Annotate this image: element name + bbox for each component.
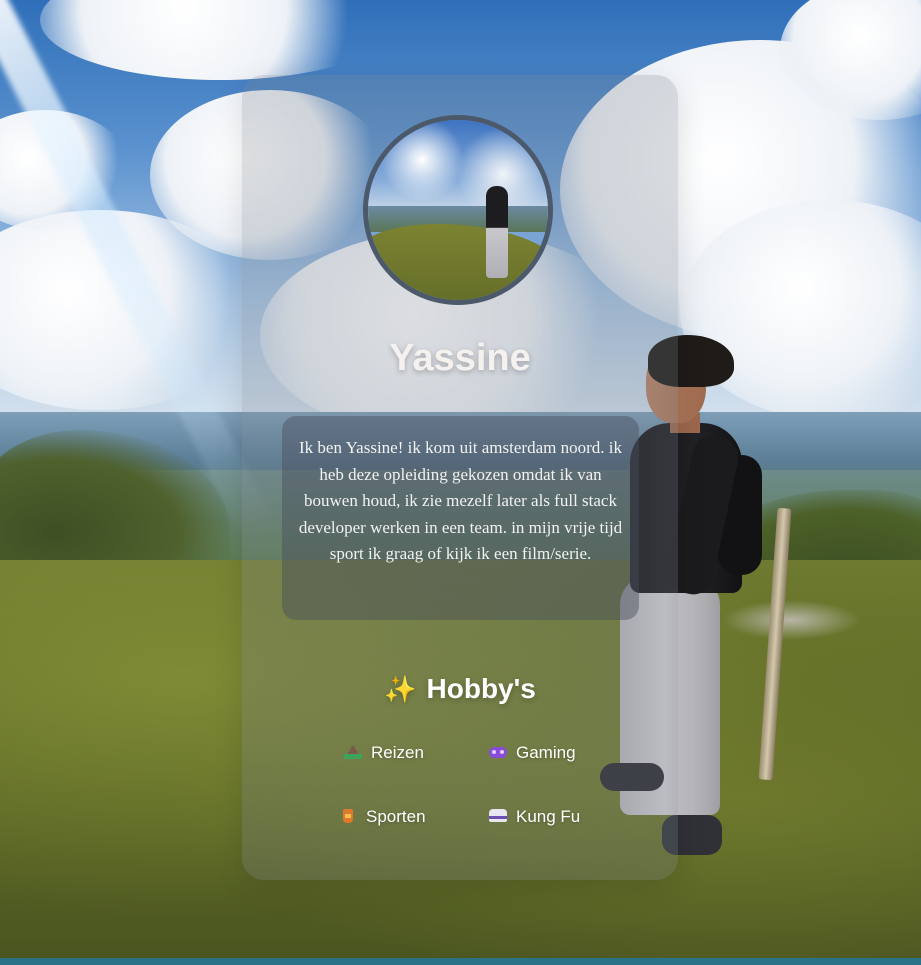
profile-card: Yassine Ik ben Yassine! ik kom uit amste… bbox=[242, 75, 678, 880]
gamepad-icon bbox=[488, 745, 508, 761]
bottom-bar bbox=[0, 958, 921, 965]
hobby-label: Gaming bbox=[516, 743, 576, 762]
mountain-icon bbox=[343, 745, 363, 761]
hobby-item-gaming[interactable]: Gaming bbox=[488, 743, 576, 763]
hobbies-heading: ✨ Hobby's bbox=[242, 673, 678, 705]
hobby-label: Sporten bbox=[366, 807, 426, 826]
avatar-person bbox=[486, 186, 508, 278]
hobby-item-sporten[interactable]: Sporten bbox=[338, 807, 426, 827]
hobbies-title: Hobby's bbox=[426, 673, 536, 704]
profile-name: Yassine bbox=[389, 337, 531, 379]
trophy-icon bbox=[338, 809, 358, 825]
hobby-label: Reizen bbox=[371, 743, 424, 762]
avatar-grass bbox=[368, 224, 548, 300]
hobby-item-reizen[interactable]: Reizen bbox=[343, 743, 424, 763]
martial-arts-uniform-icon bbox=[488, 809, 508, 825]
bio-box: Ik ben Yassine! ik kom uit amsterdam noo… bbox=[282, 416, 639, 620]
avatar-sky bbox=[368, 120, 548, 219]
hobby-label: Kung Fu bbox=[516, 807, 581, 826]
bio-text: Ik ben Yassine! ik kom uit amsterdam noo… bbox=[298, 438, 623, 563]
avatar bbox=[363, 115, 553, 305]
sparkles-icon: ✨ bbox=[384, 674, 417, 704]
hobby-item-kung-fu[interactable]: Kung Fu bbox=[488, 807, 580, 827]
